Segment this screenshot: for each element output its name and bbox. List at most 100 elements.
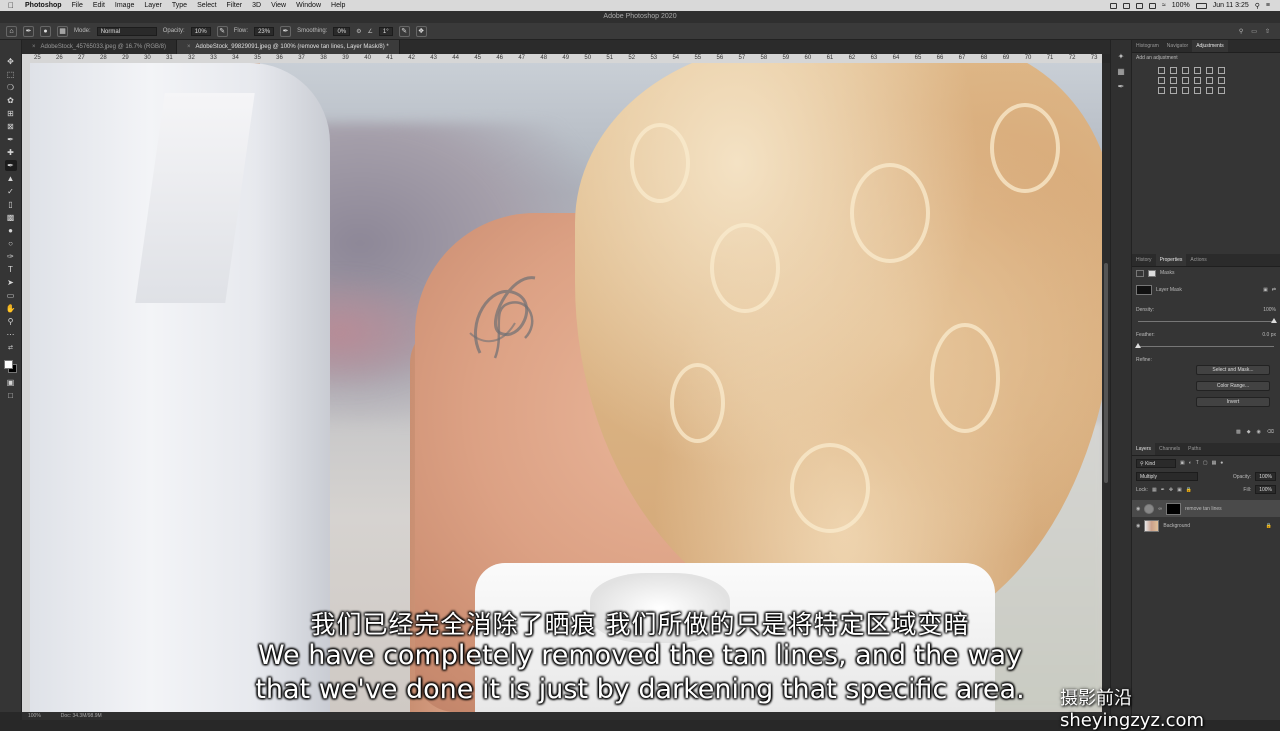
- screen-mode-icon[interactable]: □: [5, 390, 17, 401]
- status-icon[interactable]: [1148, 2, 1156, 9]
- swap-colors-icon[interactable]: ⇄: [5, 342, 17, 353]
- posterize-icon[interactable]: [1170, 87, 1177, 94]
- filter-type-icon[interactable]: T: [1196, 460, 1199, 466]
- feather-slider[interactable]: [1135, 343, 1274, 348]
- home-icon[interactable]: ⌂: [6, 25, 17, 37]
- history-brush-tool-icon[interactable]: ✓: [5, 186, 17, 197]
- photo-filter-icon[interactable]: [1194, 77, 1201, 84]
- vibrance-icon[interactable]: [1206, 67, 1213, 74]
- crop-tool-icon[interactable]: ⊞: [5, 108, 17, 119]
- angle-icon[interactable]: ∠: [368, 28, 373, 35]
- color-lookup-icon[interactable]: [1218, 77, 1225, 84]
- pressure-opacity-icon[interactable]: ✎: [216, 25, 228, 37]
- healing-brush-tool-icon[interactable]: ✚: [5, 147, 17, 158]
- menu-list-icon[interactable]: ≡: [1266, 2, 1270, 9]
- foreground-color-swatch[interactable]: [3, 360, 13, 369]
- black-white-icon[interactable]: [1182, 77, 1189, 84]
- feather-value[interactable]: 0.0 px: [1262, 332, 1276, 338]
- filter-adjust-icon[interactable]: ◐: [1189, 460, 1192, 466]
- color-range-button[interactable]: Color Range...: [1196, 381, 1270, 391]
- mode-select[interactable]: Normal: [96, 26, 157, 36]
- clone-stamp-tool-icon[interactable]: ▲: [5, 173, 17, 184]
- visibility-icon[interactable]: ◉: [1257, 429, 1261, 435]
- vector-mask-icon[interactable]: [1148, 269, 1156, 277]
- layer-mask-thumbnail[interactable]: [1165, 502, 1181, 515]
- blur-tool-icon[interactable]: ●: [5, 225, 17, 236]
- search-icon[interactable]: ⚲: [1255, 2, 1260, 10]
- doc-size[interactable]: Doc: 34.3M/98.9M: [61, 712, 102, 720]
- fill-field[interactable]: 100%: [1255, 485, 1276, 494]
- pressure-size-icon[interactable]: ✎: [398, 25, 410, 37]
- brush-preset-picker[interactable]: ●: [40, 25, 51, 37]
- layer-name[interactable]: remove tan lines: [1185, 506, 1222, 512]
- type-tool-icon[interactable]: T: [5, 264, 17, 275]
- apply-mask-icon[interactable]: ⇄: [1272, 287, 1276, 293]
- gradient-tool-icon[interactable]: ▩: [5, 212, 17, 223]
- zoom-tool-icon[interactable]: ⚲: [5, 316, 17, 327]
- battery-icon[interactable]: [1195, 2, 1207, 9]
- menu-view[interactable]: View: [266, 0, 291, 11]
- tab-adjustments[interactable]: Adjustments: [1192, 40, 1228, 52]
- menu-edit[interactable]: Edit: [88, 0, 110, 11]
- brush-tool-icon[interactable]: ✒: [23, 25, 34, 37]
- exposure-icon[interactable]: [1194, 67, 1201, 74]
- gear-icon[interactable]: ⚙: [356, 28, 361, 35]
- visibility-eye-icon[interactable]: ◉: [1136, 523, 1140, 529]
- layer-row[interactable]: ◉ Background 🔒: [1132, 517, 1280, 534]
- filter-smart-icon[interactable]: ▦: [1212, 460, 1217, 466]
- path-selection-tool-icon[interactable]: ➤: [5, 277, 17, 288]
- symmetry-icon[interactable]: ❖: [415, 25, 427, 37]
- brush-tool-icon[interactable]: ✒: [4, 160, 17, 171]
- menu-3d[interactable]: 3D: [247, 0, 266, 11]
- close-icon[interactable]: ×: [187, 44, 191, 50]
- share-icon[interactable]: ⇧: [1265, 28, 1270, 35]
- frame-tool-icon[interactable]: ⊠: [5, 121, 17, 132]
- airbrush-icon[interactable]: ✒: [280, 25, 292, 37]
- channel-mixer-icon[interactable]: [1206, 77, 1213, 84]
- apple-menu-icon[interactable]: : [0, 0, 20, 11]
- opacity-field[interactable]: 10%: [190, 26, 211, 36]
- eraser-tool-icon[interactable]: ▯: [5, 199, 17, 210]
- lock-pixels-icon[interactable]: ✒: [1161, 487, 1165, 493]
- gradient-adjust-icon[interactable]: [1218, 67, 1225, 74]
- app-menu[interactable]: Photoshop: [20, 0, 67, 11]
- menu-help[interactable]: Help: [326, 0, 350, 11]
- solid-color-icon[interactable]: [1218, 87, 1225, 94]
- tab-history[interactable]: History: [1132, 254, 1156, 266]
- document-tab[interactable]: × AdobeStock_45765033.jpeg @ 16.7% (RGB/8…: [22, 40, 178, 54]
- layer-mask-thumbnail[interactable]: [1136, 285, 1152, 295]
- menu-file[interactable]: File: [67, 0, 88, 11]
- color-balance-icon[interactable]: [1170, 77, 1177, 84]
- zoom-level[interactable]: 100%: [28, 712, 41, 720]
- visibility-eye-icon[interactable]: ◉: [1136, 506, 1140, 512]
- pixel-mask-icon[interactable]: [1136, 269, 1144, 277]
- status-icon[interactable]: [1109, 2, 1117, 9]
- status-icon[interactable]: [1135, 2, 1143, 9]
- hue-saturation-icon[interactable]: [1158, 77, 1165, 84]
- menu-select[interactable]: Select: [192, 0, 221, 11]
- tab-channels[interactable]: Channels: [1155, 443, 1184, 455]
- trash-icon[interactable]: ⌫: [1267, 429, 1274, 435]
- tab-histogram[interactable]: Histogram: [1132, 40, 1163, 52]
- pen-tool-icon[interactable]: ✑: [5, 251, 17, 262]
- kind-filter-select[interactable]: ⚲ Kind: [1136, 458, 1176, 468]
- lock-transparent-icon[interactable]: ▦: [1152, 487, 1157, 493]
- brush-settings-icon[interactable]: ▦: [57, 25, 68, 37]
- chain-icon[interactable]: ∞: [1158, 506, 1162, 512]
- marquee-tool-icon[interactable]: ⬚: [5, 69, 17, 80]
- levels-icon[interactable]: [1170, 67, 1177, 74]
- wifi-icon[interactable]: ≈: [1162, 2, 1166, 9]
- quick-select-tool-icon[interactable]: ✿: [5, 95, 17, 106]
- invert-button[interactable]: Invert: [1196, 397, 1270, 407]
- menu-type[interactable]: Type: [167, 0, 192, 11]
- brush-panel-icon[interactable]: ✒: [1118, 82, 1125, 91]
- more-tools-icon[interactable]: ⋯: [5, 329, 17, 340]
- filter-pixel-icon[interactable]: ▣: [1180, 460, 1185, 466]
- curves-icon[interactable]: [1182, 67, 1189, 74]
- tab-actions[interactable]: Actions: [1186, 254, 1210, 266]
- smoothing-field[interactable]: 0%: [333, 26, 351, 36]
- tab-layers[interactable]: Layers: [1132, 443, 1156, 455]
- close-icon[interactable]: ×: [32, 44, 36, 50]
- menu-image[interactable]: Image: [110, 0, 139, 11]
- document-tab-active[interactable]: × AdobeStock_99829091.jpeg @ 100% (remove…: [177, 40, 400, 54]
